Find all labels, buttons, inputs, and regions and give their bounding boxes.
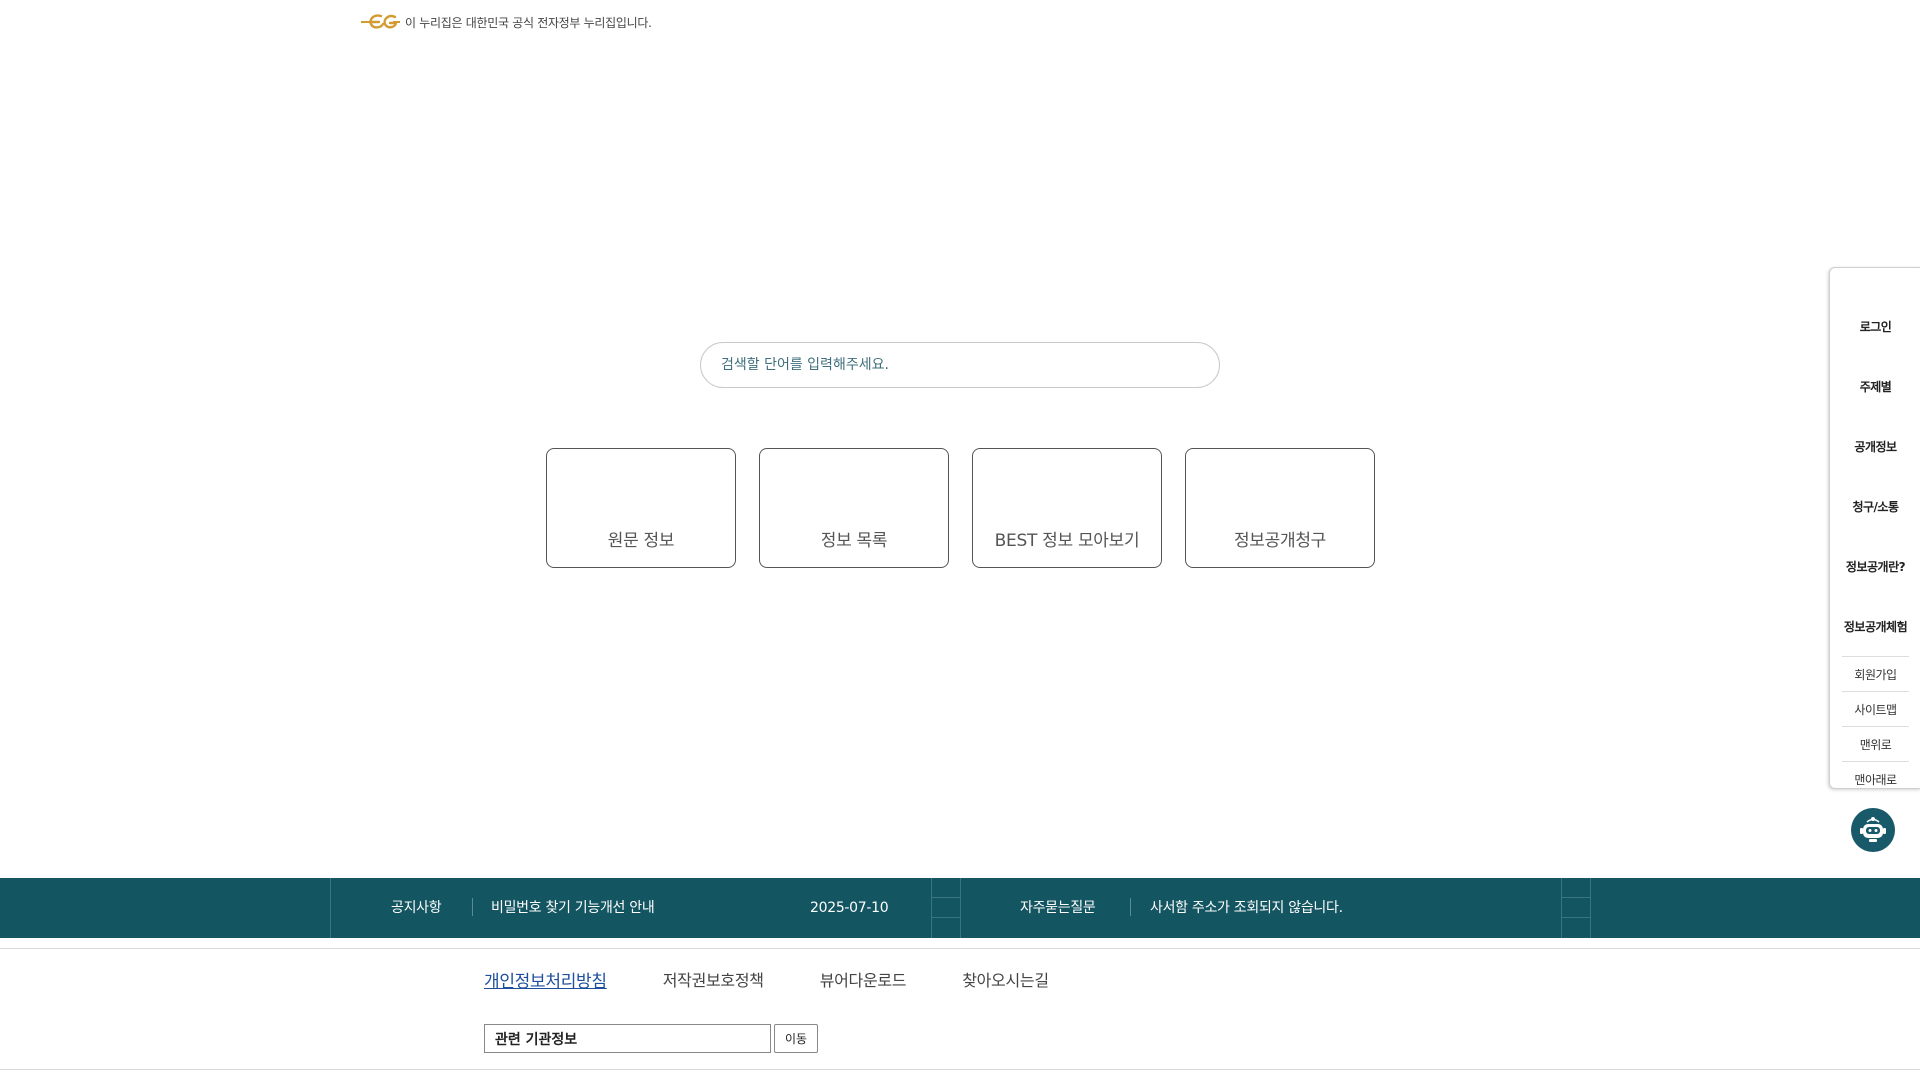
footer-link-directions[interactable]: 찾아오시는길 [962, 967, 1049, 992]
main-tiles: 원문 정보 정보 목록 BEST 정보 모아보기 정보공개청구 [546, 448, 1375, 568]
side-sub-signup[interactable]: 회원가입 [1842, 656, 1909, 691]
side-sub-top[interactable]: 맨위로 [1842, 726, 1909, 761]
search-input[interactable] [721, 357, 1199, 373]
notice-pause-button[interactable] [932, 898, 960, 918]
tile-label: BEST 정보 모아보기 [994, 531, 1140, 551]
footer-link-privacy[interactable]: 개인정보처리방침 [484, 967, 607, 992]
go-button[interactable]: 이동 [774, 1024, 818, 1053]
side-sub-sitemap[interactable]: 사이트맵 [1842, 691, 1909, 726]
egov-logo-icon [361, 14, 400, 29]
notice-prev-button[interactable] [932, 878, 960, 898]
side-quick-menu: 로그인 주제별 공개정보 청구/소통 정보공개란? 정보공개체험 회원가입 사이… [1829, 267, 1920, 789]
chatbot-icon [1860, 817, 1886, 842]
divider [472, 898, 473, 916]
chatbot-button[interactable] [1851, 808, 1895, 852]
footer-link-viewer-download[interactable]: 뷰어다운로드 [820, 967, 907, 992]
side-item-what-is-disclosure[interactable]: 정보공개란? [1830, 536, 1920, 596]
faq-next-button[interactable] [1562, 918, 1590, 938]
side-item-request[interactable]: 청구/소통 [1830, 476, 1920, 536]
notice-next-button[interactable] [932, 918, 960, 938]
faq-prev-button[interactable] [1562, 878, 1590, 898]
side-sub-bottom[interactable]: 맨아래로 [1842, 761, 1909, 796]
footer-link-copyright[interactable]: 저작권보호정책 [663, 967, 764, 992]
side-item-experience[interactable]: 정보공개체험 [1830, 596, 1920, 656]
related-sites-select[interactable]: 관련 기관정보 [484, 1024, 771, 1053]
gov-banner-text: 이 누리집은 대한민국 공식 전자정부 누리집입니다. [405, 15, 652, 30]
faq-pause-button[interactable] [1562, 898, 1590, 918]
notice-date: 2025-07-10 [810, 900, 889, 916]
faq-rolling-controls [1561, 878, 1591, 938]
notice-bar: 공지사항 비밀번호 찾기 기능개선 안내 2025-07-10 자주묻는질문 사… [0, 878, 1920, 938]
notice-rolling-controls [931, 878, 961, 938]
faq-label[interactable]: 자주묻는질문 [1020, 878, 1096, 938]
notice-title-link[interactable]: 비밀번호 찾기 기능개선 안내 [491, 878, 655, 938]
notice-bar-inner: 공지사항 비밀번호 찾기 기능개선 안내 2025-07-10 자주묻는질문 사… [330, 878, 1591, 938]
side-item-login[interactable]: 로그인 [1830, 296, 1920, 356]
tile-original-info[interactable]: 원문 정보 [546, 448, 736, 568]
footer-links: 개인정보처리방침 저작권보호정책 뷰어다운로드 찾아오시는길 [484, 967, 1105, 992]
faq-title-link[interactable]: 사서함 주소가 조회되지 않습니다. [1150, 878, 1343, 938]
tile-label: 원문 정보 [607, 531, 675, 551]
notice-label[interactable]: 공지사항 [391, 878, 442, 938]
tile-label: 정보공개청구 [1233, 531, 1327, 551]
footer-divider [0, 948, 1920, 949]
side-item-by-topic[interactable]: 주제별 [1830, 356, 1920, 416]
gov-banner: 이 누리집은 대한민국 공식 전자정부 누리집입니다. [359, 12, 652, 32]
tile-best-info[interactable]: BEST 정보 모아보기 [972, 448, 1162, 568]
tile-disclosure-request[interactable]: 정보공개청구 [1185, 448, 1375, 568]
side-item-public-info[interactable]: 공개정보 [1830, 416, 1920, 476]
footer-divider [0, 1069, 1920, 1070]
tile-info-list[interactable]: 정보 목록 [759, 448, 949, 568]
divider [1130, 898, 1131, 916]
search-box [700, 342, 1220, 388]
tile-label: 정보 목록 [820, 531, 888, 551]
